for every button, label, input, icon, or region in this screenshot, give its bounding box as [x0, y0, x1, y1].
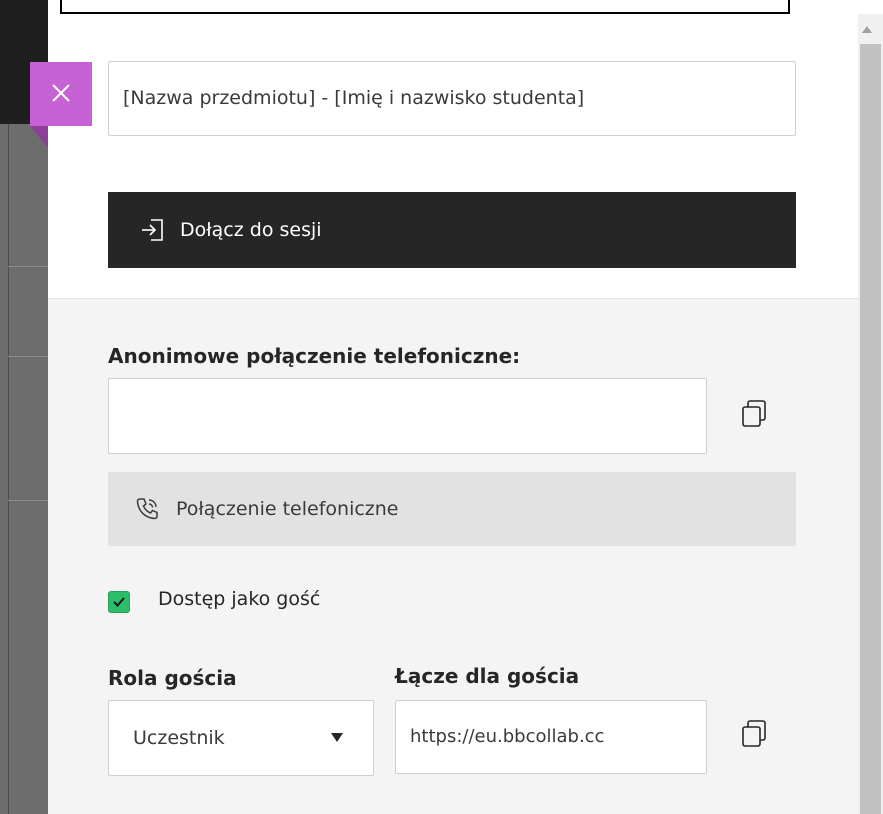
left-strip-edge: [8, 124, 9, 814]
enter-session-icon: [142, 219, 163, 241]
scroll-up-arrow-icon[interactable]: [862, 26, 872, 33]
guest-role-value: Uczestnik: [133, 727, 225, 749]
guest-link-heading: Łącze dla gościa: [395, 664, 580, 688]
guest-role-heading: Rola gościa: [108, 666, 237, 690]
anonymous-phone-heading: Anonimowe połączenie telefoniczne:: [108, 344, 521, 368]
chevron-down-icon: [331, 733, 343, 742]
session-name-field[interactable]: [Nazwa przedmiotu] - [Imię i nazwisko st…: [108, 61, 796, 136]
phone-call-label: Połączenie telefoniczne: [176, 498, 399, 520]
phone-icon: [136, 498, 158, 520]
callout-box: [60, 0, 790, 14]
close-button-fold: [30, 126, 48, 148]
guest-access-label[interactable]: Dostęp jako gość: [158, 588, 320, 610]
anonymous-phone-field[interactable]: [108, 378, 707, 454]
left-strip-divider: [8, 356, 48, 357]
scrollbar-thumb[interactable]: [860, 44, 881, 814]
close-icon: [52, 84, 70, 102]
join-session-label: Dołącz do sesji: [180, 219, 322, 241]
close-panel-button[interactable]: [30, 62, 92, 126]
left-strip-divider: [8, 266, 48, 267]
scrollbar[interactable]: [858, 14, 883, 814]
phone-call-button[interactable]: Połączenie telefoniczne: [108, 472, 796, 546]
guest-link-field[interactable]: https://eu.bbcollab.cc: [395, 700, 707, 774]
check-icon: [113, 597, 125, 607]
copy-icon[interactable]: [739, 718, 771, 750]
copy-icon[interactable]: [739, 398, 771, 430]
guest-role-select[interactable]: Uczestnik: [108, 700, 374, 776]
left-strip-divider: [8, 500, 48, 501]
guest-access-checkbox[interactable]: [108, 591, 130, 613]
join-session-button[interactable]: Dołącz do sesji: [108, 192, 796, 268]
